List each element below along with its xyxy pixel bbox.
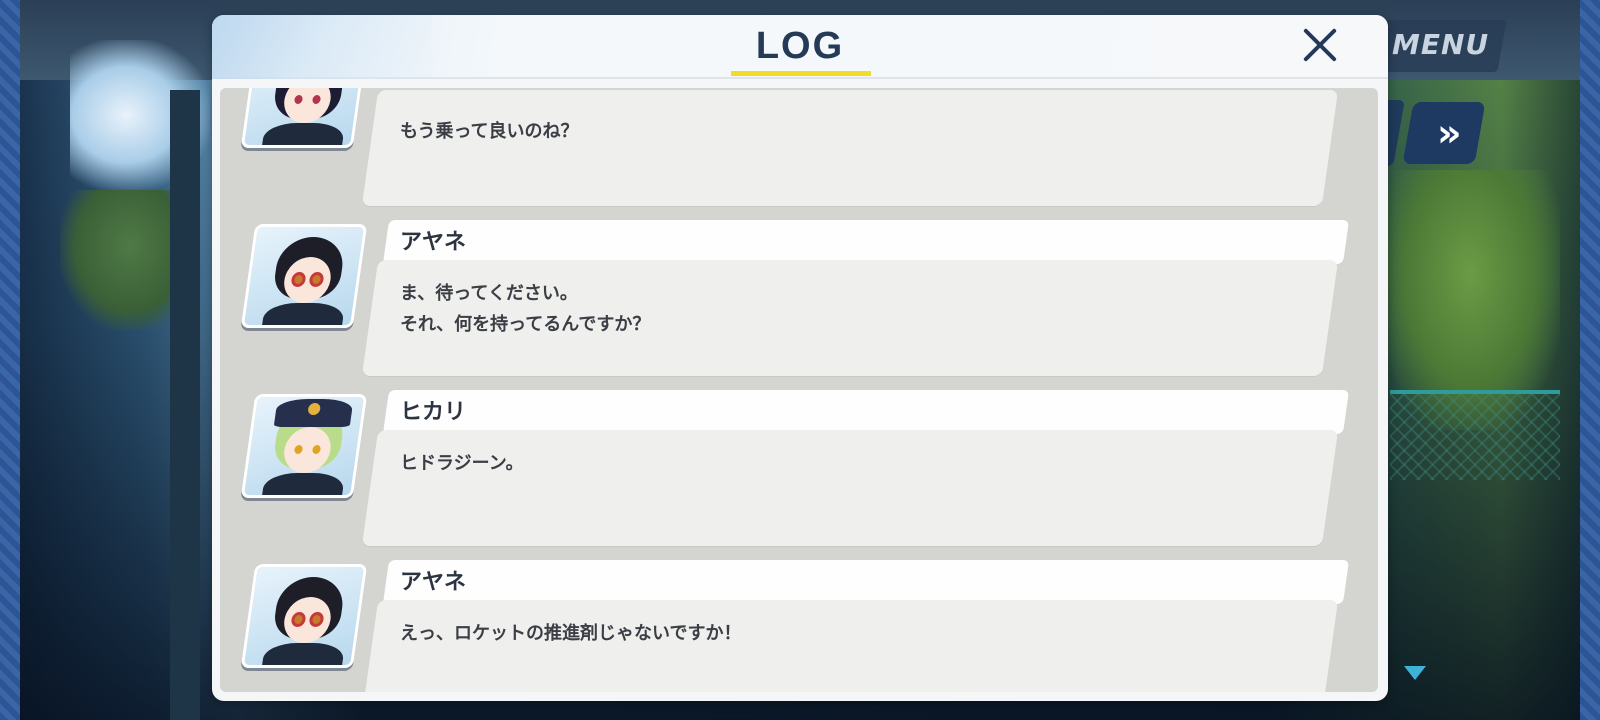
next-arrow-icon	[1404, 666, 1426, 680]
speaker-name: ヒカリ	[400, 400, 467, 425]
avatar-hikari	[240, 394, 368, 498]
log-title-underline	[731, 71, 871, 76]
fence	[1390, 390, 1560, 480]
skip-button[interactable]: »	[1402, 102, 1486, 164]
menu-button-label[interactable]: MENU	[1392, 28, 1489, 61]
message-text: えっ、ロケットの推進剤じゃないですか！	[400, 623, 742, 644]
log-entry: アヤネ えっ、ロケットの推進剤じゃないですか！	[220, 560, 1378, 692]
log-list[interactable]: もう乗って良いのね？ アヤネ ま、待ってください。 それ、何を持ってるんですか？	[220, 88, 1378, 692]
avatar-dark-hair-girl	[240, 88, 368, 148]
speaker-name: アヤネ	[400, 230, 467, 255]
message-text: ヒドラジーン。	[400, 453, 524, 474]
message-box	[361, 90, 1339, 206]
speaker-name: アヤネ	[400, 570, 467, 595]
message-text: ま、待ってください。 それ、何を持ってるんですか？	[400, 283, 651, 335]
station-pillar	[170, 90, 200, 720]
log-entry: アヤネ ま、待ってください。 それ、何を持ってるんですか？	[220, 220, 1378, 380]
close-icon[interactable]	[1300, 25, 1340, 65]
right-border-stripe	[1580, 0, 1600, 720]
message-text: もう乗って良いのね？	[400, 121, 579, 142]
left-border-stripe	[0, 0, 20, 720]
avatar-ayane	[240, 224, 368, 328]
log-title: LOG	[755, 25, 845, 67]
speaker-name-bar	[382, 220, 1350, 264]
speaker-name-bar	[382, 560, 1350, 604]
log-panel: LOG もう乗って良いのね？ アヤネ ま、待ってください。 それ、何を持ってるん…	[212, 15, 1388, 701]
log-header: LOG	[212, 15, 1388, 79]
log-entry: もう乗って良いのね？	[220, 88, 1378, 208]
log-entry: ヒカリ ヒドラジーン。	[220, 390, 1378, 550]
avatar-ayane	[240, 564, 368, 668]
fast-forward-icon: »	[1436, 111, 1452, 155]
speaker-name-bar	[382, 390, 1350, 434]
